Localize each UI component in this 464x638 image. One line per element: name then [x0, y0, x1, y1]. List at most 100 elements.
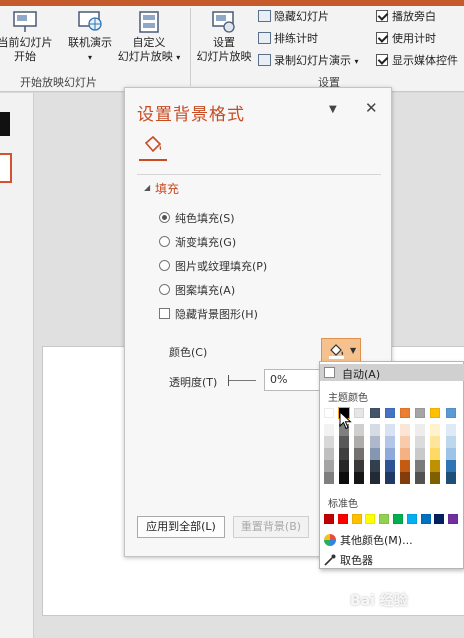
play-narrations-checkbox[interactable]: 播放旁白: [376, 8, 436, 26]
from-current-slide-button[interactable]: 当前幻灯片 开始: [0, 10, 56, 64]
standard-color-swatch[interactable]: [379, 514, 390, 524]
theme-color-swatch[interactable]: [324, 408, 334, 418]
theme-color-shade-swatch[interactable]: [445, 448, 456, 460]
automatic-color-item[interactable]: 自动(A): [320, 364, 464, 381]
checkbox-icon: [159, 308, 170, 319]
standard-color-swatch[interactable]: [365, 514, 376, 524]
theme-color-shade-swatch[interactable]: [339, 472, 350, 484]
standard-color-swatch[interactable]: [448, 514, 459, 524]
theme-color-shade-swatch[interactable]: [445, 472, 456, 484]
theme-color-shade-swatch[interactable]: [324, 424, 334, 436]
gradient-fill-radio[interactable]: 渐变填充(G): [159, 234, 236, 250]
theme-color-swatch[interactable]: [415, 408, 426, 418]
theme-color-shade-swatch[interactable]: [384, 448, 395, 460]
hide-bg-graphics-checkbox[interactable]: 隐藏背景图形(H): [159, 306, 258, 322]
radio-icon: [159, 236, 170, 247]
close-icon[interactable]: ✕: [365, 99, 378, 117]
theme-color-swatch[interactable]: [400, 408, 410, 418]
hide-slide-button[interactable]: 隐藏幻灯片: [258, 8, 329, 26]
standard-color-swatch[interactable]: [351, 514, 362, 524]
theme-color-shade-swatch[interactable]: [369, 448, 380, 460]
transparency-slider-thumb[interactable]: [228, 375, 229, 386]
theme-color-shade-swatch[interactable]: [445, 436, 456, 448]
online-present-button[interactable]: 联机演示 ▾: [62, 10, 118, 65]
slide-thumbnail-selected[interactable]: [0, 153, 12, 183]
theme-color-shade-swatch[interactable]: [384, 472, 395, 484]
theme-color-shade-swatch[interactable]: [400, 448, 410, 460]
theme-color-shade-swatch[interactable]: [415, 424, 426, 436]
theme-color-shade-swatch[interactable]: [430, 424, 441, 436]
theme-color-shade-swatch[interactable]: [369, 472, 380, 484]
setup-show-button[interactable]: 设置 幻灯片放映: [192, 10, 256, 64]
custom-show-button[interactable]: 自定义 幻灯片放映 ▾: [114, 10, 184, 65]
theme-color-shade-swatch[interactable]: [354, 448, 365, 460]
theme-color-swatch[interactable]: [369, 408, 380, 418]
theme-color-swatch[interactable]: [354, 408, 365, 418]
theme-color-shade-swatch[interactable]: [400, 472, 410, 484]
theme-color-shade-swatch[interactable]: [445, 424, 456, 436]
use-timings-checkbox[interactable]: 使用计时: [376, 30, 436, 48]
theme-color-shade-swatch[interactable]: [354, 472, 365, 484]
slide-thumbnail[interactable]: [0, 112, 10, 136]
more-colors-item[interactable]: 其他颜色(M)...: [324, 532, 413, 548]
watermark: Bai 经验: [350, 593, 408, 609]
eyedropper-item[interactable]: 取色器: [324, 552, 373, 568]
theme-color-shade-swatch[interactable]: [369, 424, 380, 436]
standard-color-swatch[interactable]: [337, 514, 348, 524]
transparency-input[interactable]: 0%: [264, 369, 322, 391]
record-slideshow-button[interactable]: 录制幻灯片演示 ▾: [258, 52, 359, 70]
rehearse-timings-button[interactable]: 排练计时: [258, 30, 318, 48]
picture-fill-radio[interactable]: 图片或纹理填充(P): [159, 258, 267, 274]
theme-color-shade-swatch[interactable]: [400, 424, 410, 436]
solid-fill-radio[interactable]: 纯色填充(S): [159, 210, 235, 226]
theme-color-shade-swatch[interactable]: [430, 436, 441, 448]
theme-color-shade-swatch[interactable]: [415, 436, 426, 448]
theme-color-swatch[interactable]: [430, 408, 441, 418]
theme-color-swatch[interactable]: [384, 408, 395, 418]
record-dropdown-icon: ▾: [354, 57, 359, 66]
theme-color-shade-swatch[interactable]: [400, 460, 410, 472]
ribbon: 当前幻灯片 开始 联机演示 ▾ 自定义 幻灯片放映 ▾ 开始放映幻灯片 设置 幻…: [0, 0, 464, 92]
pattern-fill-radio[interactable]: 图案填充(A): [159, 282, 235, 298]
transparency-slider[interactable]: [228, 380, 256, 381]
theme-color-shade-swatch[interactable]: [339, 436, 350, 448]
fill-section-title[interactable]: 填充: [155, 180, 179, 197]
theme-color-shade-swatch[interactable]: [339, 460, 350, 472]
theme-color-shade-swatch[interactable]: [324, 436, 334, 448]
theme-color-shade-swatch[interactable]: [415, 472, 426, 484]
theme-color-shade-swatch[interactable]: [384, 436, 395, 448]
theme-color-shade-swatch[interactable]: [445, 460, 456, 472]
theme-color-shade-swatch[interactable]: [400, 436, 410, 448]
hide-slide-label: 隐藏幻灯片: [274, 10, 329, 23]
theme-color-shade-swatch[interactable]: [339, 448, 350, 460]
theme-color-swatch[interactable]: [445, 408, 456, 418]
theme-color-shade-swatch[interactable]: [324, 472, 334, 484]
theme-color-shade-swatch[interactable]: [430, 448, 441, 460]
theme-color-shade-swatch[interactable]: [354, 436, 365, 448]
reset-background-button[interactable]: 重置背景(B): [233, 516, 309, 538]
theme-color-shade-swatch[interactable]: [384, 460, 395, 472]
theme-color-shade-swatch[interactable]: [430, 472, 441, 484]
apply-to-all-button[interactable]: 应用到全部(L): [137, 516, 225, 538]
theme-color-shade-swatch[interactable]: [430, 460, 441, 472]
standard-color-swatch[interactable]: [420, 514, 431, 524]
theme-color-shade-swatch[interactable]: [354, 460, 365, 472]
standard-color-swatch[interactable]: [434, 514, 445, 524]
standard-color-swatch[interactable]: [393, 514, 403, 524]
theme-color-shade-swatch[interactable]: [324, 448, 334, 460]
online-present-label: 联机演示: [68, 36, 112, 49]
pane-options-dropdown-icon[interactable]: ▼: [329, 104, 337, 115]
theme-color-shade-swatch[interactable]: [369, 460, 380, 472]
theme-color-shade-swatch[interactable]: [324, 460, 334, 472]
theme-color-shade-swatch[interactable]: [415, 448, 426, 460]
standard-color-swatch[interactable]: [324, 514, 334, 524]
theme-color-shade-swatch[interactable]: [369, 436, 380, 448]
collapse-triangle-icon[interactable]: ◢: [144, 183, 150, 192]
show-media-controls-checkbox[interactable]: 显示媒体控件: [376, 52, 458, 70]
theme-color-shade-swatch[interactable]: [354, 424, 365, 436]
fill-color-button[interactable]: ▼: [321, 338, 361, 362]
theme-color-shade-swatch[interactable]: [384, 424, 395, 436]
standard-color-swatch[interactable]: [406, 514, 417, 524]
fill-bucket-icon[interactable]: [141, 134, 165, 156]
theme-color-shade-swatch[interactable]: [415, 460, 426, 472]
